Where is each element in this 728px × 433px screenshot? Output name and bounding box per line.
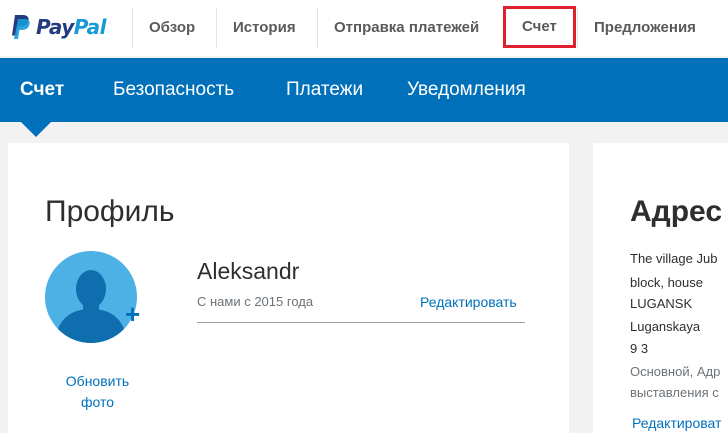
profile-divider — [197, 322, 525, 323]
update-photo-line2: фото — [80, 394, 115, 410]
address-card: Адрес The village Jub block, house LUGAN… — [593, 143, 728, 433]
nav-divider — [132, 8, 133, 48]
top-navigation: PayPal Обзор История Отправка платежей С… — [0, 0, 728, 56]
profile-title: Профиль — [45, 195, 175, 228]
edit-address-link[interactable]: Редактироват — [632, 415, 721, 431]
tab-payments[interactable]: Платежи — [286, 58, 363, 122]
member-since-text: С нами с 2015 года — [197, 294, 314, 309]
paypal-logo[interactable]: PayPal — [10, 12, 107, 42]
paypal-p-icon — [10, 14, 30, 40]
topnav-item-history[interactable]: История — [233, 0, 296, 56]
nav-divider — [577, 8, 578, 48]
address-line: block, house — [630, 275, 703, 290]
address-type-line: выставления с — [630, 385, 719, 400]
account-subnav: Счет Безопасность Платежи Уведомления — [0, 58, 728, 122]
update-photo-line1: Обновить — [65, 373, 130, 389]
tab-account[interactable]: Счет — [20, 58, 64, 122]
tab-security[interactable]: Безопасность — [113, 58, 234, 122]
active-tab-indicator — [20, 121, 52, 137]
address-line: Luganskaya — [630, 319, 701, 334]
nav-divider — [216, 8, 217, 48]
address-line: The village Jub — [630, 251, 718, 266]
address-line: 9 3 — [630, 341, 649, 356]
address-title: Адрес — [630, 195, 723, 228]
topnav-item-account[interactable]: Счет — [503, 6, 576, 48]
topnav-item-offers[interactable]: Предложения — [594, 0, 696, 56]
update-photo-link[interactable]: Обновить фото — [45, 371, 150, 413]
plus-icon[interactable]: + — [125, 301, 140, 327]
tab-notifications[interactable]: Уведомления — [407, 58, 526, 122]
paypal-wordmark: PayPal — [36, 15, 107, 39]
topnav-item-send-payments[interactable]: Отправка платежей — [334, 0, 479, 56]
address-line: LUGANSK — [630, 296, 693, 311]
profile-name: Aleksandr — [197, 258, 300, 284]
address-type-line: Основной, Адр — [630, 364, 721, 379]
nav-divider — [317, 8, 318, 48]
edit-profile-link[interactable]: Редактировать — [420, 294, 517, 310]
user-silhouette-icon[interactable] — [45, 251, 137, 343]
profile-card: Профиль + Обновить фото Aleksandr С нами… — [8, 143, 569, 433]
topnav-item-overview[interactable]: Обзор — [149, 0, 195, 56]
